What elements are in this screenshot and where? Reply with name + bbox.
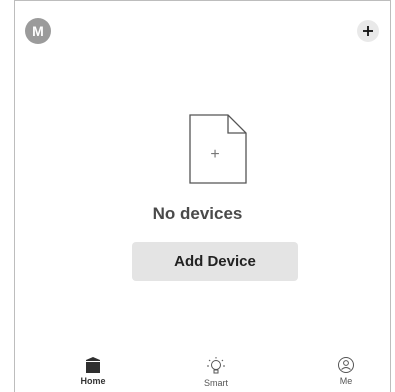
home-icon (86, 357, 100, 373)
avatar[interactable]: M (25, 18, 51, 44)
document-icon: + (188, 113, 248, 190)
add-device-button[interactable]: Add Device (132, 242, 298, 281)
tab-me-label: Me (339, 376, 353, 386)
bulb-icon (207, 357, 225, 374)
document-plus-glyph: + (210, 146, 219, 163)
tab-home-label: Home (80, 376, 106, 386)
profile-icon (338, 357, 354, 373)
plus-icon (363, 26, 373, 36)
tab-home[interactable]: Home (63, 356, 123, 386)
tab-smart-label: Smart (203, 378, 228, 388)
tab-me[interactable]: Me (316, 356, 376, 386)
app-frame (14, 0, 391, 392)
empty-state-title: No devices (152, 204, 243, 223)
tab-smart[interactable]: Smart (186, 356, 246, 388)
add-button[interactable] (357, 20, 379, 42)
avatar-initial: M (32, 23, 44, 39)
